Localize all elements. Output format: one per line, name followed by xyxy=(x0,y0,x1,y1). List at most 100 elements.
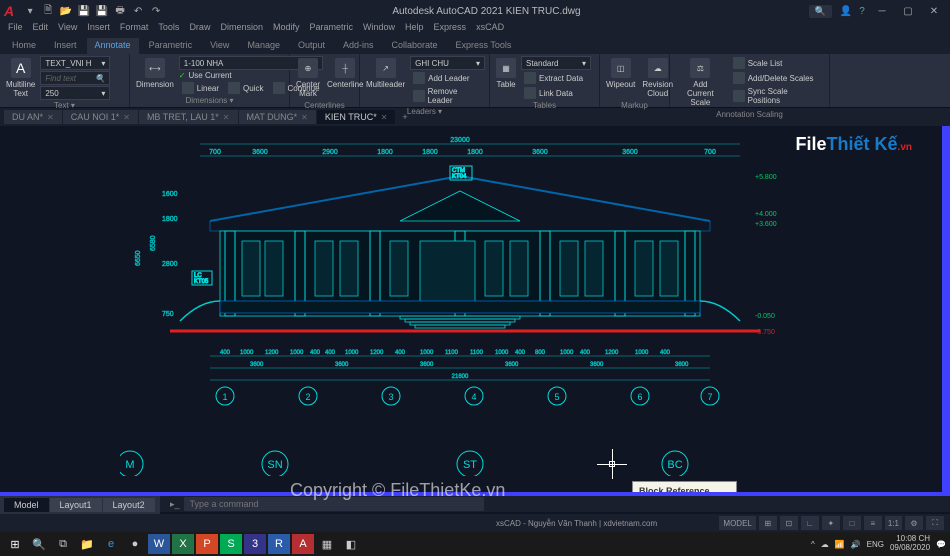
app-icon[interactable]: ▦ xyxy=(316,534,338,554)
text-style-dropdown[interactable]: TEXT_VNI H▾ xyxy=(40,56,110,70)
doc-tab[interactable]: MB TRET, LAU 1*✕ xyxy=(139,110,238,124)
fullscreen-icon[interactable]: ⛶ xyxy=(926,516,944,530)
powerpoint-icon[interactable]: P xyxy=(196,534,218,554)
menu-file[interactable]: File xyxy=(8,22,23,38)
tab-annotate[interactable]: Annotate xyxy=(87,38,139,54)
centermark-button[interactable]: ⊕Center Mark xyxy=(294,56,322,100)
start-button[interactable]: ⊞ xyxy=(4,534,26,554)
tab-parametric[interactable]: Parametric xyxy=(141,38,201,54)
table-button[interactable]: ▦Table xyxy=(494,56,518,91)
volume-icon[interactable]: 🔊 xyxy=(851,540,861,549)
close-button[interactable]: ✕ xyxy=(922,2,946,20)
minimize-button[interactable]: ─ xyxy=(870,2,894,20)
close-icon[interactable]: ✕ xyxy=(301,113,308,122)
multileader-button[interactable]: ↗Multileader xyxy=(364,56,407,91)
tab-home[interactable]: Home xyxy=(4,38,44,54)
chrome-icon[interactable]: ● xyxy=(124,534,146,554)
menu-edit[interactable]: Edit xyxy=(33,22,49,38)
close-icon[interactable]: ✕ xyxy=(223,113,230,122)
doc-tab[interactable]: DU AN*✕ xyxy=(4,110,62,124)
add-leader-button[interactable]: Add Leader xyxy=(410,71,485,85)
command-input[interactable] xyxy=(184,497,484,511)
snap-toggle-icon[interactable]: ⊡ xyxy=(780,516,798,530)
menu-tools[interactable]: Tools xyxy=(158,22,179,38)
tab-insert[interactable]: Insert xyxy=(46,38,85,54)
tab-addins[interactable]: Add-ins xyxy=(335,38,382,54)
word-icon[interactable]: W xyxy=(148,534,170,554)
signin-icon[interactable]: 👤 xyxy=(838,3,854,19)
remove-leader-button[interactable]: Remove Leader xyxy=(410,86,485,106)
tab-output[interactable]: Output xyxy=(290,38,333,54)
save-icon[interactable]: 💾 xyxy=(76,3,92,19)
grid-toggle-icon[interactable]: ⊞ xyxy=(759,516,777,530)
menu-parametric[interactable]: Parametric xyxy=(310,22,354,38)
qat-menu-icon[interactable]: ▾ xyxy=(22,3,38,19)
notifications-icon[interactable]: 💬 xyxy=(936,540,946,549)
dimension-button[interactable]: ⟷ Dimension xyxy=(134,56,176,91)
lineweight-toggle-icon[interactable]: ≡ xyxy=(864,516,882,530)
excel-icon[interactable]: X xyxy=(172,534,194,554)
polar-toggle-icon[interactable]: ✦ xyxy=(822,516,840,530)
plot-icon[interactable]: 🖶 xyxy=(112,3,128,19)
menu-draw[interactable]: Draw xyxy=(189,22,210,38)
close-icon[interactable]: ✕ xyxy=(123,113,130,122)
menu-format[interactable]: Format xyxy=(120,22,149,38)
add-scale-button[interactable]: ⚖Add Current Scale xyxy=(674,56,727,109)
help-search[interactable]: 🔍 xyxy=(809,5,832,18)
menu-insert[interactable]: Insert xyxy=(87,22,110,38)
sync-scale-button[interactable]: Sync Scale Positions xyxy=(730,86,825,106)
menu-dimension[interactable]: Dimension xyxy=(220,22,263,38)
app-icon[interactable]: S xyxy=(220,534,242,554)
undo-icon[interactable]: ↶ xyxy=(130,3,146,19)
wipeout-button[interactable]: ◫Wipeout xyxy=(604,56,637,91)
osnap-toggle-icon[interactable]: □ xyxy=(843,516,861,530)
add-delete-scales-button[interactable]: Add/Delete Scales xyxy=(730,71,825,85)
redo-icon[interactable]: ↷ xyxy=(148,3,164,19)
menu-modify[interactable]: Modify xyxy=(273,22,300,38)
doc-tab[interactable]: MAT DUNG*✕ xyxy=(239,110,316,124)
tray-chevron-icon[interactable]: ^ xyxy=(811,540,815,549)
layout-tab[interactable]: Layout1 xyxy=(50,498,102,512)
autocad-icon[interactable]: A xyxy=(292,534,314,554)
language-indicator[interactable]: ENG xyxy=(867,540,884,549)
revit-icon[interactable]: R xyxy=(268,534,290,554)
quick-button[interactable]: Quick xyxy=(225,81,266,95)
multiline-text-button[interactable]: A Multiline Text xyxy=(4,56,37,100)
menu-xscad[interactable]: xsCAD xyxy=(476,22,504,38)
find-text-field[interactable]: Find text🔍 xyxy=(40,71,110,85)
menu-express[interactable]: Express xyxy=(434,22,467,38)
app-icon[interactable]: 3 xyxy=(244,534,266,554)
help-icon[interactable]: ? xyxy=(854,3,870,19)
model-toggle[interactable]: MODEL xyxy=(719,516,755,530)
add-tab-button[interactable]: + xyxy=(396,112,413,122)
search-button[interactable]: 🔍 xyxy=(28,534,50,554)
table-style-dropdown[interactable]: Standard▾ xyxy=(521,56,591,70)
menu-view[interactable]: View xyxy=(58,22,77,38)
tab-collaborate[interactable]: Collaborate xyxy=(384,38,446,54)
doc-tab[interactable]: KIEN TRUC*✕ xyxy=(317,110,396,124)
close-icon[interactable]: ✕ xyxy=(47,113,54,122)
app-icon[interactable]: ◧ xyxy=(340,534,362,554)
tab-view[interactable]: View xyxy=(202,38,237,54)
group-title[interactable]: Dimensions ▾ xyxy=(134,95,285,106)
onedrive-icon[interactable]: ☁ xyxy=(821,540,829,549)
tab-express[interactable]: Express Tools xyxy=(448,38,520,54)
close-icon[interactable]: ✕ xyxy=(381,113,388,122)
saveas-icon[interactable]: 💾 xyxy=(94,3,110,19)
layout-tab[interactable]: Layout2 xyxy=(103,498,155,512)
leader-style-dropdown[interactable]: GHI CHU▾ xyxy=(410,56,485,70)
menu-window[interactable]: Window xyxy=(363,22,395,38)
edge-icon[interactable]: e xyxy=(100,534,122,554)
network-icon[interactable]: 📶 xyxy=(835,540,845,549)
extract-data-button[interactable]: Extract Data xyxy=(521,71,591,85)
scale-display[interactable]: 1:1 xyxy=(885,516,902,530)
clock[interactable]: 10:08 CH 09/08/2020 xyxy=(890,535,930,553)
drawing-canvas[interactable]: 23000 700 3600 2900 1800 1800 1800 3600 … xyxy=(0,126,950,496)
menu-help[interactable]: Help xyxy=(405,22,424,38)
taskview-icon[interactable]: ⧉ xyxy=(52,534,74,554)
new-icon[interactable]: 🗎 xyxy=(40,3,56,19)
scale-list-button[interactable]: Scale List xyxy=(730,56,825,70)
doc-tab[interactable]: CAU NOI 1*✕ xyxy=(63,110,138,124)
ortho-toggle-icon[interactable]: ∟ xyxy=(801,516,819,530)
gear-icon[interactable]: ⚙ xyxy=(905,516,923,530)
